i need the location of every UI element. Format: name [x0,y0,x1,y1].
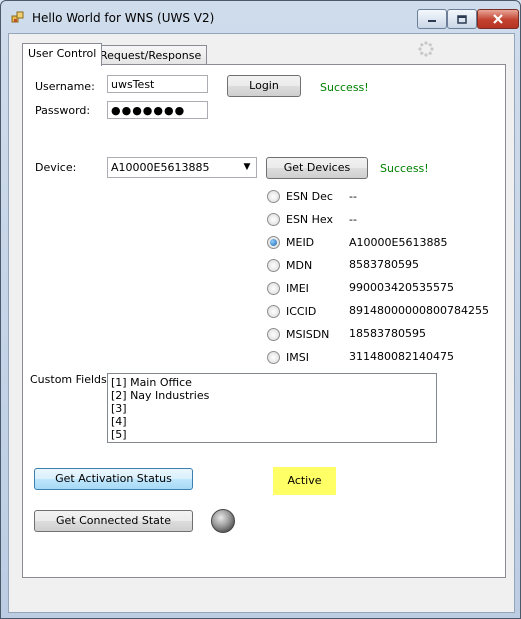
iccid-value: 89148000000800784255 [349,304,489,317]
radio-iccid[interactable] [267,305,280,318]
mdn-value: 8583780595 [349,258,419,271]
close-icon [493,14,503,24]
radio-imei[interactable] [267,282,280,295]
esn-dec-value: -- [349,190,357,203]
user-control-panel: Username: uwsTest Password: ●●●●●●● Logi… [22,64,506,578]
custom-fields-list[interactable]: [1] Main Office [2] Nay Industries [3] [… [107,373,437,443]
username-input[interactable]: uwsTest [107,75,208,93]
list-item[interactable]: [3] [111,402,433,415]
meid-label: MEID [286,236,315,249]
radio-mdn[interactable] [267,259,280,272]
radio-meid[interactable] [267,236,280,249]
app-icon [11,11,24,23]
imei-value: 990003420535575 [349,281,454,294]
client-area: User Control Request/Response Username: … [8,33,515,613]
esn-hex-label: ESN Hex [286,213,334,226]
maximize-icon [457,14,467,24]
username-label: Username: [35,80,95,93]
custom-fields-label: Custom Fields: [30,373,111,386]
password-input[interactable]: ●●●●●●● [107,101,208,119]
iccid-label: ICCID [286,305,317,318]
main-window: Hello World for WNS (UWS V2) User Contro… [0,0,521,619]
list-item[interactable]: [5] [111,428,433,441]
maximize-button[interactable] [447,9,477,29]
minimize-icon [428,20,436,22]
device-select[interactable]: A10000E5613885 ▼ [107,157,257,178]
title-bar[interactable]: Hello World for WNS (UWS V2) [1,1,520,33]
list-item[interactable]: [4] [111,415,433,428]
login-button[interactable]: Login [227,75,301,97]
list-item[interactable]: [2] Nay Industries [111,389,433,402]
radio-esn-hex[interactable] [267,213,280,226]
msisdn-value: 18583780595 [349,327,426,340]
connection-indicator-icon [211,509,235,533]
radio-msisdn[interactable] [267,328,280,341]
devices-status: Success! [380,162,429,175]
get-connected-state-button[interactable]: Get Connected State [34,510,193,532]
tab-request-response[interactable]: Request/Response [94,45,208,66]
get-activation-status-button[interactable]: Get Activation Status [34,468,193,490]
device-selected-value: A10000E5613885 [111,161,210,174]
imsi-value: 311480082140475 [349,350,454,363]
get-devices-button[interactable]: Get Devices [266,157,368,179]
minimize-button[interactable] [417,9,447,29]
esn-hex-value: -- [349,213,357,226]
password-label: Password: [35,104,91,117]
imei-label: IMEI [286,282,309,295]
close-button[interactable] [477,9,519,29]
loading-spinner-icon [418,41,434,57]
activation-status-badge: Active [273,467,336,495]
tab-user-control[interactable]: User Control [22,43,103,66]
login-status: Success! [320,81,369,94]
meid-value: A10000E5613885 [349,236,448,249]
imsi-label: IMSI [286,351,309,364]
mdn-label: MDN [286,259,313,272]
msisdn-label: MSISDN [286,328,330,341]
list-item[interactable]: [1] Main Office [111,376,433,389]
window-title: Hello World for WNS (UWS V2) [32,11,215,25]
device-label: Device: [35,161,77,174]
radio-esn-dec[interactable] [267,190,280,203]
esn-dec-label: ESN Dec [286,190,333,203]
chevron-down-icon[interactable]: ▼ [240,158,254,177]
radio-imsi[interactable] [267,351,280,364]
